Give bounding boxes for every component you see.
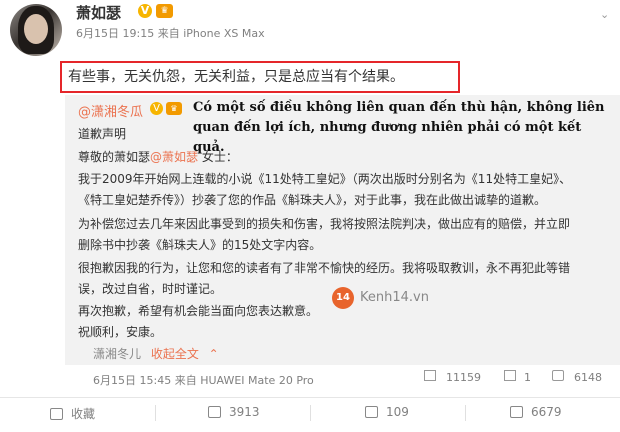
quoted-crown-icon: ♛ — [166, 102, 182, 115]
repost-icon — [208, 406, 221, 418]
chevron-up-icon[interactable]: ⌃ — [205, 347, 219, 361]
favorite-label: 收藏 — [71, 407, 96, 421]
like-count: 6679 — [531, 405, 562, 419]
quoted-line: 祝顺利，安康。 — [78, 325, 163, 339]
quoted-line: 很抱歉因我的行为，让您和您的读者有了非常不愉快的经历。我将吸取教训，永不再犯此等… — [78, 261, 571, 275]
watermark-text: Kenh14.vn — [360, 290, 429, 305]
like-button[interactable]: 6679 — [510, 405, 562, 419]
comment-icon[interactable] — [504, 370, 516, 381]
post-username[interactable]: 萧如瑟 — [76, 2, 121, 23]
verified-badge-icon: V — [138, 4, 152, 18]
quoted-line: 道歉声明 — [78, 127, 127, 141]
repost-icon[interactable] — [424, 370, 436, 381]
kenh14-logo: 14 — [332, 287, 354, 309]
repost-count: 3913 — [229, 405, 260, 419]
quoted-footer-name[interactable]: 潇湘冬儿 — [93, 347, 141, 361]
quoted-verified-icon: V — [150, 102, 163, 115]
mention-link[interactable]: @萧如瑟 — [150, 150, 198, 164]
post-via-prefix: 来自 — [157, 27, 180, 40]
quoted-line: 删除书中抄袭《斛珠夫人》的15处文字内容。 — [78, 238, 322, 252]
quoted-line: 为补偿您过去几年来因此事受到的损失和伤害，我将按照法院判决，做出应有的赔偿，并立… — [78, 217, 571, 231]
star-icon — [50, 408, 63, 420]
quoted-line: 《特工皇妃楚乔传》）抄袭了您的作品《斛珠夫人》，对于此事，我在此做出诚挚的道歉。 — [78, 193, 547, 207]
post-time[interactable]: 6月15日 19:15 — [76, 27, 154, 40]
favorite-button[interactable]: 收藏 — [50, 405, 95, 422]
repost-button[interactable]: 3913 — [208, 405, 260, 419]
comment-icon — [365, 406, 378, 418]
quoted-line: 误，改过自省，时时谨记。 — [78, 282, 223, 296]
quoted-line: 我于2009年开始网上连载的小说《11处特工皇妃》（两次出版时分别名为《11处特… — [78, 172, 572, 186]
translation-overlay: Có một số điều không liên quan đến thù h… — [193, 100, 605, 155]
quoted-meta: 6月15日 15:45 来自 HUAWEI Mate 20 Pro — [93, 372, 314, 388]
member-crown-icon: ♛ — [156, 4, 173, 18]
quoted-author[interactable]: @潇湘冬瓜 — [78, 101, 143, 120]
post-text: 有些事，无关仇怨，无关利益，只是总应当有个结果。 — [68, 69, 404, 85]
divider — [310, 405, 311, 421]
quoted-via-prefix: 来自 — [174, 374, 197, 387]
post-meta: 6月15日 19:15 来自 iPhone XS Max — [76, 25, 265, 41]
divider — [465, 405, 466, 421]
quoted-line: 再次抱歉，希望有机会能当面向您表达歉意。 — [78, 304, 319, 318]
quoted-comments[interactable]: 1 — [524, 371, 531, 384]
quoted-footer: 潇湘冬儿 收起全文 ⌃ — [93, 345, 219, 362]
avatar[interactable] — [10, 4, 62, 56]
divider — [155, 405, 156, 421]
divider — [0, 397, 620, 398]
comment-count: 109 — [386, 405, 409, 419]
quoted-device[interactable]: HUAWEI Mate 20 Pro — [200, 374, 314, 387]
quoted-likes[interactable]: 6148 — [574, 371, 602, 384]
chevron-down-icon[interactable]: ⌄ — [600, 8, 610, 21]
comment-button[interactable]: 109 — [365, 405, 409, 419]
post-device[interactable]: iPhone XS Max — [183, 27, 264, 40]
like-icon[interactable] — [552, 370, 564, 381]
quoted-reposts[interactable]: 11159 — [446, 371, 481, 384]
thumbs-up-icon — [510, 406, 523, 418]
quoted-salutation: 尊敬的萧如瑟@萧如瑟 女士： — [78, 150, 238, 164]
collapse-link[interactable]: 收起全文 — [151, 347, 199, 361]
quoted-time[interactable]: 6月15日 15:45 — [93, 374, 171, 387]
